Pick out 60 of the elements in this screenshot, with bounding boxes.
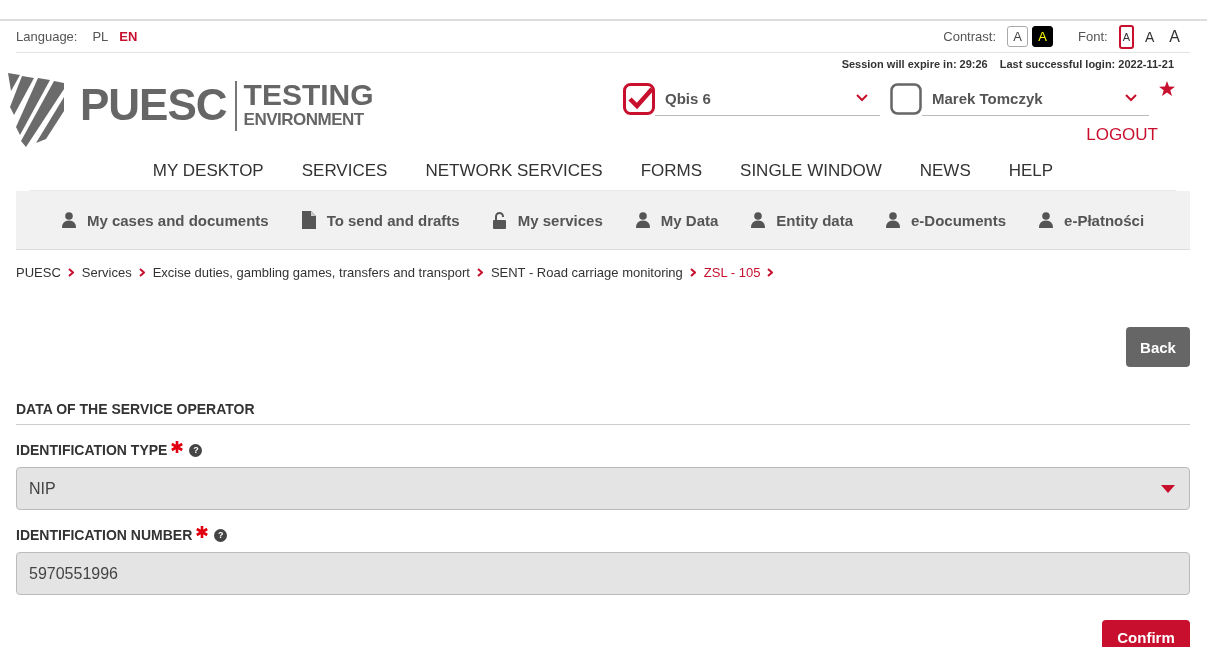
- secondary-nav-item[interactable]: My Data: [635, 211, 719, 229]
- nav-link[interactable]: MY DESKTOP: [152, 161, 264, 181]
- secondary-nav-item[interactable]: To send and drafts: [301, 211, 460, 229]
- nav-link[interactable]: HELP: [1008, 161, 1054, 181]
- nav-link[interactable]: SERVICES: [301, 161, 388, 181]
- breadcrumb-link[interactable]: SENT - Road carriage monitoring: [490, 264, 683, 280]
- logo-subtitle: ENVIRONMENT: [243, 109, 365, 131]
- document-icon: [301, 211, 316, 229]
- input-field[interactable]: 5970551996: [16, 552, 1190, 595]
- nav-link[interactable]: NEWS: [919, 161, 971, 181]
- chevron-right-icon: [476, 267, 483, 277]
- dropdown-field[interactable]: NIP: [16, 467, 1190, 510]
- logo-brand: PUESC: [80, 79, 227, 131]
- help-icon[interactable]: ?: [214, 528, 228, 542]
- contrast-button[interactable]: A: [1032, 26, 1053, 47]
- logout-link[interactable]: LOGOUT: [1086, 125, 1158, 145]
- secondary-nav-item[interactable]: My cases and documents: [61, 211, 269, 229]
- contrast-button[interactable]: A: [1007, 26, 1028, 47]
- logo-title: TESTING: [243, 81, 374, 109]
- chevron-right-icon: [689, 267, 696, 277]
- star-icon: [1159, 81, 1175, 96]
- chevron-down-icon: [856, 94, 868, 102]
- chevron-right-icon: [138, 267, 145, 277]
- breadcrumb-link[interactable]: PUESC: [16, 264, 61, 280]
- contrast-label: Contrast:: [943, 29, 996, 44]
- caret-down-icon: [1161, 484, 1175, 493]
- context-select[interactable]: Marek Tomczyk: [922, 81, 1149, 116]
- person-icon: [751, 212, 766, 228]
- breadcrumb-link[interactable]: ZSL - 105: [703, 264, 761, 280]
- person-icon: [1039, 212, 1054, 228]
- secondary-nav-item[interactable]: e-Płatności: [1039, 211, 1145, 229]
- help-icon[interactable]: ?: [189, 443, 203, 457]
- secondary-nav-item[interactable]: My services: [492, 211, 603, 229]
- person-icon: [635, 212, 650, 228]
- back-button[interactable]: Back: [1126, 327, 1190, 367]
- chevron-down-icon: [1125, 94, 1137, 102]
- nav-link[interactable]: SINGLE WINDOW: [740, 161, 882, 181]
- last-login: Last successful login: 2022-11-21: [999, 58, 1174, 70]
- context-select[interactable]: Qbis 6: [655, 81, 880, 116]
- field-label: IDENTIFICATION NUMBER: [16, 527, 193, 543]
- language-link[interactable]: PL: [92, 29, 109, 44]
- chevron-right-icon: [67, 267, 74, 277]
- breadcrumb-link[interactable]: Services: [81, 264, 132, 280]
- secondary-nav-item[interactable]: Entity data: [751, 211, 853, 229]
- language-label: Language:: [16, 29, 78, 44]
- confirm-button[interactable]: Confirm: [1102, 620, 1190, 647]
- nav-link[interactable]: FORMS: [640, 161, 703, 181]
- font-label: Font:: [1078, 29, 1108, 44]
- section-heading: DATA OF THE SERVICE OPERATOR: [16, 401, 1190, 425]
- session-timer: Session will expire in: 29:26: [841, 58, 988, 70]
- person-icon: [886, 212, 900, 228]
- padlock-icon: [492, 211, 507, 229]
- person-icon: [61, 212, 76, 228]
- breadcrumb-link[interactable]: Excise duties, gambling games, transfers and transport: [152, 264, 470, 280]
- chevron-right-icon: [767, 267, 774, 277]
- nav-link[interactable]: NETWORK SERVICES: [425, 161, 603, 181]
- secondary-nav-item[interactable]: e-Documents: [886, 211, 1007, 229]
- field-label: IDENTIFICATION TYPE: [16, 442, 168, 458]
- language-link[interactable]: EN: [119, 29, 138, 44]
- font-size-button[interactable]: A: [1118, 24, 1134, 49]
